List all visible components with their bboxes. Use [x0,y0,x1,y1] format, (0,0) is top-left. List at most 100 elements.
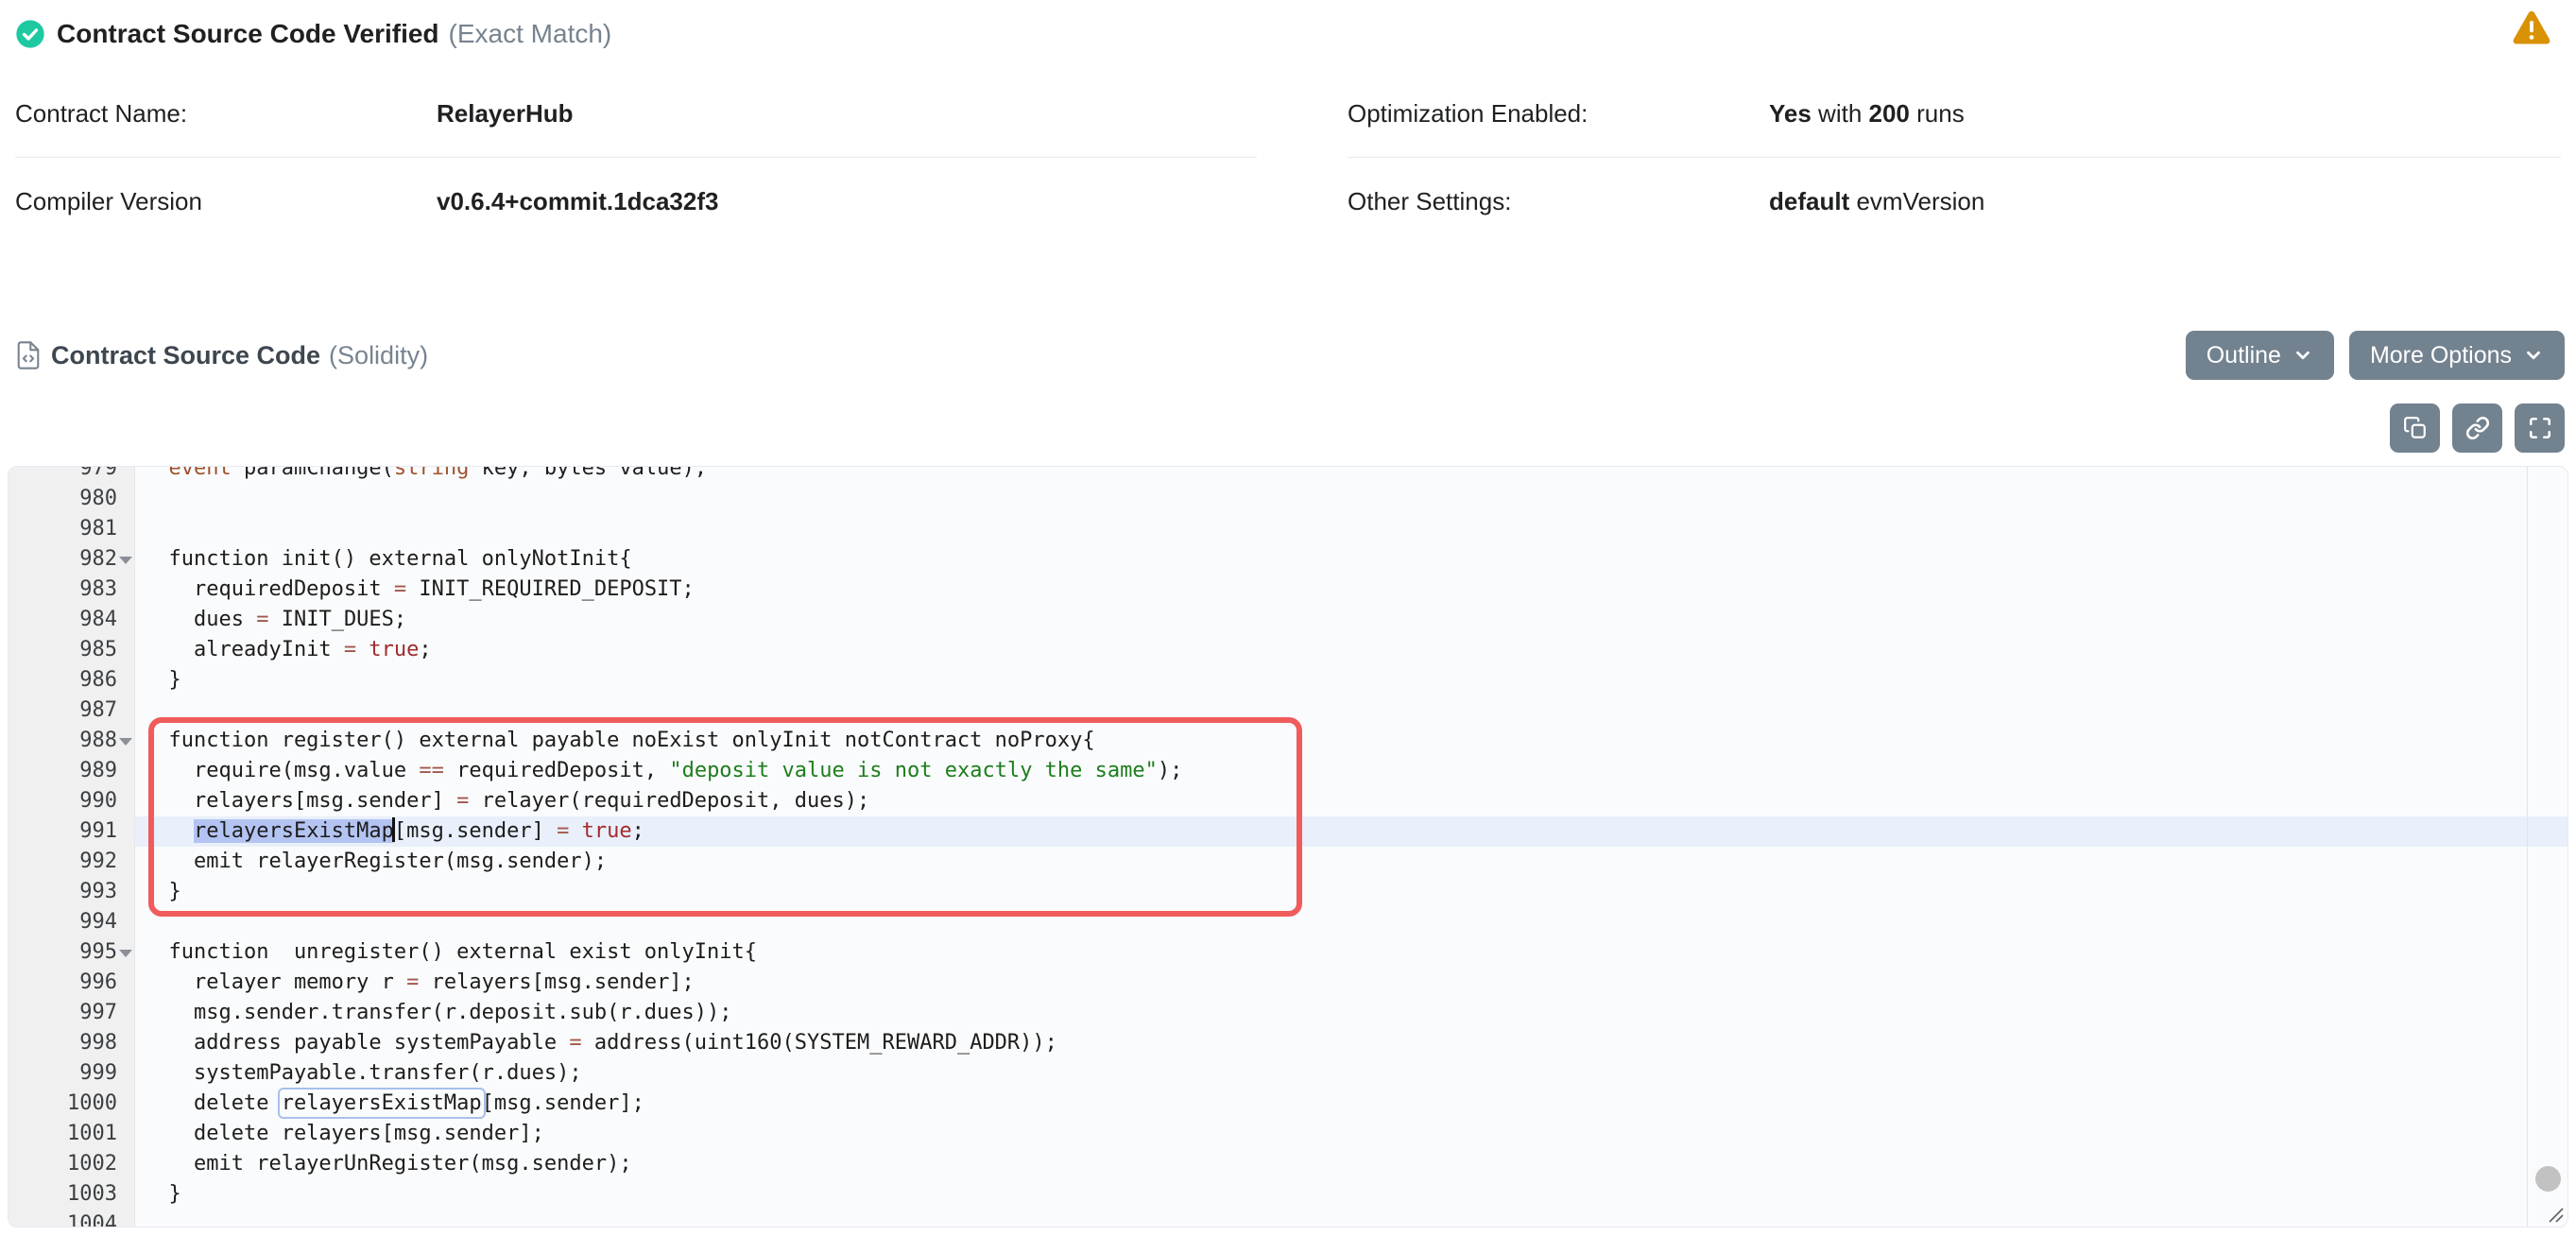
code-line[interactable]: 987 [9,695,2567,726]
fold-toggle-icon[interactable] [119,557,132,564]
code-text: emit relayerRegister(msg.sender); [135,847,2567,877]
code-text: systemPayable.transfer(r.dues); [135,1058,2567,1089]
code-text: require(msg.value == requiredDeposit, "d… [135,756,2567,786]
code-line[interactable]: 1003 } [9,1179,2567,1210]
fold-toggle-icon[interactable] [119,738,132,746]
outline-button[interactable]: Outline [2186,331,2334,380]
info-row: Optimization Enabled:Yes with 200 runs [1348,70,2561,157]
scrollbar-thumb[interactable] [2535,1166,2561,1192]
line-number: 999 [9,1058,135,1089]
code-line[interactable]: 996 relayer memory r = relayers[msg.send… [9,968,2567,998]
code-line[interactable]: 983 requiredDeposit = INIT_REQUIRED_DEPO… [9,575,2567,605]
code-line[interactable]: 985 alreadyInit = true; [9,635,2567,665]
permalink-button[interactable] [2452,403,2502,453]
info-label: Contract Name: [15,99,437,129]
code-line[interactable]: 986 } [9,665,2567,695]
code-line[interactable]: 979 event paramChange(string key, bytes … [9,466,2567,484]
code-line[interactable]: 995 function unregister() external exist… [9,937,2567,968]
fullscreen-button[interactable] [2515,403,2565,453]
code-toolbar [8,403,2568,453]
line-number: 983 [9,575,135,605]
copy-icon [2403,416,2428,440]
verified-header: Contract Source Code Verified (Exact Mat… [8,0,2568,55]
code-line[interactable]: 981 [9,514,2567,544]
resize-grip-icon[interactable] [2542,1201,2565,1224]
info-row: Other Settings:default evmVersion [1348,158,2561,245]
info-column-right: Optimization Enabled:Yes with 200 runsOt… [1348,70,2561,245]
contract-info-grid: Contract Name:RelayerHubCompiler Version… [8,70,2568,245]
code-text: } [135,1179,2567,1210]
line-number: 986 [9,665,135,695]
line-number: 984 [9,605,135,635]
line-number: 992 [9,847,135,877]
info-value: v0.6.4+commit.1dca32f3 [437,187,718,216]
code-line[interactable]: 1002 emit relayerUnRegister(msg.sender); [9,1149,2567,1179]
line-number: 987 [9,695,135,726]
code-line[interactable]: 991 relayersExistMap[msg.sender] = true; [9,816,2567,847]
code-lines-container: 979 event paramChange(string key, bytes … [9,466,2567,1227]
code-text [135,1210,2567,1227]
warning-icon[interactable] [2510,8,2553,47]
code-text: } [135,877,2567,907]
line-number: 985 [9,635,135,665]
code-line[interactable]: 1001 delete relayers[msg.sender]; [9,1119,2567,1149]
code-line[interactable]: 994 [9,907,2567,937]
page-title: Contract Source Code Verified [57,19,439,49]
line-number: 988 [9,726,135,756]
line-number: 996 [9,968,135,998]
code-line[interactable]: 999 systemPayable.transfer(r.dues); [9,1058,2567,1089]
source-code-editor[interactable]: 979 event paramChange(string key, bytes … [8,466,2568,1227]
line-number: 997 [9,998,135,1028]
code-line[interactable]: 993 } [9,877,2567,907]
info-column-left: Contract Name:RelayerHubCompiler Version… [15,70,1257,245]
code-text: relayersExistMap[msg.sender] = true; [135,816,2567,847]
info-value: default evmVersion [1769,187,1984,216]
line-number: 989 [9,756,135,786]
line-number: 1004 [9,1210,135,1227]
more-options-button[interactable]: More Options [2349,331,2565,380]
contract-verification-page: Contract Source Code Verified (Exact Mat… [0,0,2576,1227]
line-number: 994 [9,907,135,937]
info-label: Other Settings: [1348,187,1769,216]
code-line[interactable]: 982 function init() external onlyNotInit… [9,544,2567,575]
line-number: 1000 [9,1089,135,1119]
info-row: Contract Name:RelayerHub [15,70,1257,157]
chevron-down-icon [2293,345,2313,366]
editor-scrollbar[interactable] [2527,467,2567,1227]
line-number: 995 [9,937,135,968]
source-code-section-bar: Contract Source Code (Solidity) Outline … [8,331,2568,380]
code-text [135,695,2567,726]
code-text: delete relayersExistMap[msg.sender]; [135,1089,2567,1119]
code-line[interactable]: 1004 [9,1210,2567,1227]
copy-source-button[interactable] [2390,403,2440,453]
code-text [135,484,2567,514]
code-text [135,514,2567,544]
code-line[interactable]: 990 relayers[msg.sender] = relayer(requi… [9,786,2567,816]
verified-check-icon [15,19,45,49]
code-text: event paramChange(string key, bytes valu… [135,466,2567,484]
code-line[interactable]: 980 [9,484,2567,514]
info-label: Compiler Version [15,187,437,216]
info-value: RelayerHub [437,99,574,129]
line-number: 1003 [9,1179,135,1210]
code-line[interactable]: 992 emit relayerRegister(msg.sender); [9,847,2567,877]
code-text: function register() external payable noE… [135,726,2567,756]
code-line[interactable]: 998 address payable systemPayable = addr… [9,1028,2567,1058]
code-line[interactable]: 997 msg.sender.transfer(r.deposit.sub(r.… [9,998,2567,1028]
code-text: function init() external onlyNotInit{ [135,544,2567,575]
outline-button-label: Outline [2207,342,2281,369]
code-line[interactable]: 1000 delete relayersExistMap[msg.sender]… [9,1089,2567,1119]
code-text [135,907,2567,937]
code-line[interactable]: 988 function register() external payable… [9,726,2567,756]
code-line[interactable]: 984 dues = INIT_DUES; [9,605,2567,635]
code-text: dues = INIT_DUES; [135,605,2567,635]
line-number: 981 [9,514,135,544]
code-text: delete relayers[msg.sender]; [135,1119,2567,1149]
chevron-down-icon [2523,345,2544,366]
line-number: 998 [9,1028,135,1058]
fold-toggle-icon[interactable] [119,950,132,957]
code-line[interactable]: 989 require(msg.value == requiredDeposit… [9,756,2567,786]
info-row: Compiler Versionv0.6.4+commit.1dca32f3 [15,158,1257,245]
line-number: 982 [9,544,135,575]
code-text: relayer memory r = relayers[msg.sender]; [135,968,2567,998]
